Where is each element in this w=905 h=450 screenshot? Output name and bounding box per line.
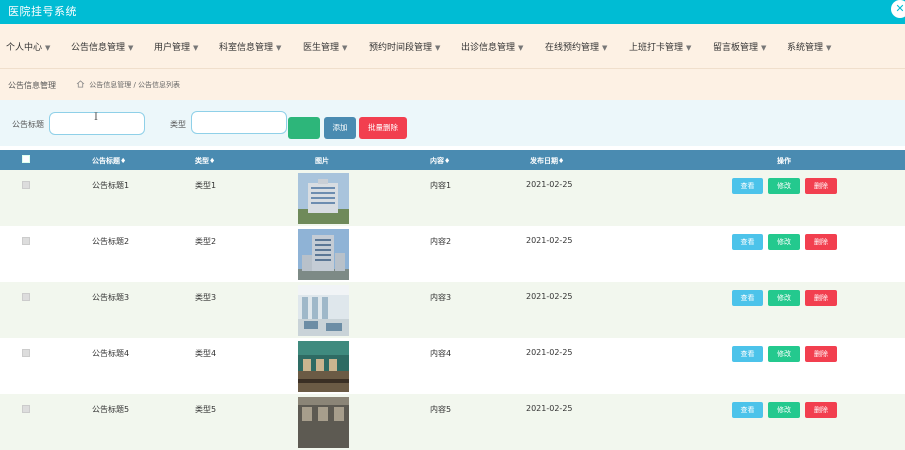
- edit-button[interactable]: 修改: [768, 290, 800, 306]
- nav-item-system[interactable]: 系统管理 ▼: [787, 40, 831, 53]
- nav-item-personal-center[interactable]: 个人中心 ▼: [6, 40, 50, 53]
- column-header-date[interactable]: 发布日期♦: [530, 156, 564, 166]
- column-header-title[interactable]: 公告标题♦: [92, 156, 126, 166]
- nav-item-online-booking[interactable]: 在线预约管理 ▼: [545, 40, 607, 53]
- delete-button[interactable]: 删除: [805, 234, 837, 250]
- cell-content: 内容2: [430, 237, 452, 246]
- column-header-actions: 操作: [777, 157, 791, 165]
- nav-item-doctors[interactable]: 医生管理 ▼: [303, 40, 347, 53]
- nav-item-department[interactable]: 科室信息管理 ▼: [219, 40, 281, 53]
- add-button[interactable]: 添加: [324, 117, 356, 139]
- cell-content: 内容5: [430, 405, 452, 414]
- table-row: 公告标题2 类型2 内容2 2021-02-25 查看 修改 删除: [0, 226, 905, 282]
- cell-type: 类型5: [195, 405, 217, 414]
- notice-image: [298, 229, 349, 280]
- page-title: 公告信息管理: [8, 81, 56, 90]
- chevron-down-icon: ▼: [602, 44, 608, 52]
- row-checkbox[interactable]: [22, 405, 30, 413]
- edit-button[interactable]: 修改: [768, 402, 800, 418]
- notice-image: [298, 285, 349, 336]
- table-header: 公告标题♦ 类型♦ 图片 内容♦ 发布日期♦ 操作: [0, 150, 905, 170]
- cell-title: 公告标题5: [92, 405, 130, 414]
- cell-date: 2021-02-25: [526, 348, 573, 357]
- chevron-down-icon: ▼: [128, 44, 134, 52]
- cell-date: 2021-02-25: [526, 292, 573, 301]
- nav-item-clinic-info[interactable]: 出诊信息管理 ▼: [461, 40, 523, 53]
- cell-title: 公告标题3: [92, 293, 130, 302]
- breadcrumb-bar: 公告信息管理 公告信息管理 / 公告信息列表: [0, 68, 905, 100]
- cell-title: 公告标题2: [92, 237, 130, 246]
- cell-date: 2021-02-25: [526, 180, 573, 189]
- notice-image: [298, 341, 349, 392]
- table-row: 公告标题3 类型3 内容3 2021-02-25 查看 修改 删除: [0, 282, 905, 338]
- nav-item-message-board[interactable]: 留言板管理 ▼: [713, 40, 766, 53]
- chevron-down-icon: ▼: [276, 44, 282, 52]
- chevron-down-icon: ▼: [826, 44, 832, 52]
- cell-title: 公告标题4: [92, 349, 130, 358]
- cell-date: 2021-02-25: [526, 404, 573, 413]
- view-button[interactable]: 查看: [732, 234, 763, 250]
- view-button[interactable]: 查看: [732, 346, 763, 362]
- notice-image: [298, 397, 349, 448]
- edit-button[interactable]: 修改: [768, 346, 800, 362]
- cell-title: 公告标题1: [92, 181, 130, 190]
- text-cursor-icon: I: [94, 112, 98, 123]
- nav-item-clock-in[interactable]: 上班打卡管理 ▼: [629, 40, 691, 53]
- nav-item-users[interactable]: 用户管理 ▼: [154, 40, 198, 53]
- chevron-down-icon: ▼: [518, 44, 524, 52]
- nav-item-notice-info[interactable]: 公告信息管理 ▼: [71, 40, 133, 53]
- type-filter-label: 类型: [170, 120, 186, 129]
- close-icon[interactable]: ✕: [891, 0, 905, 18]
- cell-type: 类型1: [195, 181, 217, 190]
- edit-button[interactable]: 修改: [768, 234, 800, 250]
- view-button[interactable]: 查看: [732, 402, 763, 418]
- cell-content: 内容4: [430, 349, 452, 358]
- view-button[interactable]: 查看: [732, 178, 763, 194]
- row-checkbox[interactable]: [22, 237, 30, 245]
- cell-content: 内容3: [430, 293, 452, 302]
- home-icon[interactable]: [76, 80, 85, 88]
- select-all-checkbox[interactable]: [22, 155, 30, 163]
- batch-delete-button[interactable]: 批量删除: [359, 117, 407, 139]
- cell-type: 类型3: [195, 293, 217, 302]
- column-header-type[interactable]: 类型♦: [195, 156, 215, 166]
- chevron-down-icon: ▼: [435, 44, 441, 52]
- cell-type: 类型4: [195, 349, 217, 358]
- view-button[interactable]: 查看: [732, 290, 763, 306]
- chevron-down-icon: ▼: [686, 44, 692, 52]
- chevron-down-icon: ▼: [761, 44, 767, 52]
- delete-button[interactable]: 删除: [805, 402, 837, 418]
- breadcrumb: 公告信息管理 / 公告信息列表: [76, 80, 180, 90]
- table-row: 公告标题4 类型4 内容4 2021-02-25 查看 修改 删除: [0, 338, 905, 394]
- edit-button[interactable]: 修改: [768, 178, 800, 194]
- breadcrumb-path: 公告信息管理 / 公告信息列表: [89, 81, 181, 89]
- chevron-down-icon: ▼: [342, 44, 348, 52]
- chevron-down-icon: ▼: [193, 44, 199, 52]
- column-header-content[interactable]: 内容♦: [430, 156, 450, 166]
- type-search-input[interactable]: [191, 111, 287, 134]
- row-checkbox[interactable]: [22, 349, 30, 357]
- app-title: 医院挂号系统: [8, 5, 77, 18]
- cell-type: 类型2: [195, 237, 217, 246]
- table-row: 公告标题5 类型5 内容5 2021-02-25 查看 修改 删除: [0, 394, 905, 450]
- column-header-image: 图片: [315, 157, 329, 165]
- chevron-down-icon: ▼: [45, 44, 51, 52]
- delete-button[interactable]: 删除: [805, 178, 837, 194]
- main-nav: 个人中心 ▼ 公告信息管理 ▼ 用户管理 ▼ 科室信息管理 ▼ 医生管理 ▼ 预约时间段管…: [0, 24, 905, 68]
- notice-image: [298, 173, 349, 224]
- search-button[interactable]: [288, 117, 320, 139]
- row-checkbox[interactable]: [22, 293, 30, 301]
- delete-button[interactable]: 删除: [805, 346, 837, 362]
- delete-button[interactable]: 删除: [805, 290, 837, 306]
- cell-date: 2021-02-25: [526, 236, 573, 245]
- cell-content: 内容1: [430, 181, 452, 190]
- title-filter-label: 公告标题: [12, 120, 44, 129]
- row-checkbox[interactable]: [22, 181, 30, 189]
- table-row: 公告标题1 类型1 内容1 2021-02-25 查看 修改 删除: [0, 170, 905, 226]
- nav-item-time-slots[interactable]: 预约时间段管理 ▼: [369, 40, 440, 53]
- app-header: 医院挂号系统 ✕: [0, 0, 905, 24]
